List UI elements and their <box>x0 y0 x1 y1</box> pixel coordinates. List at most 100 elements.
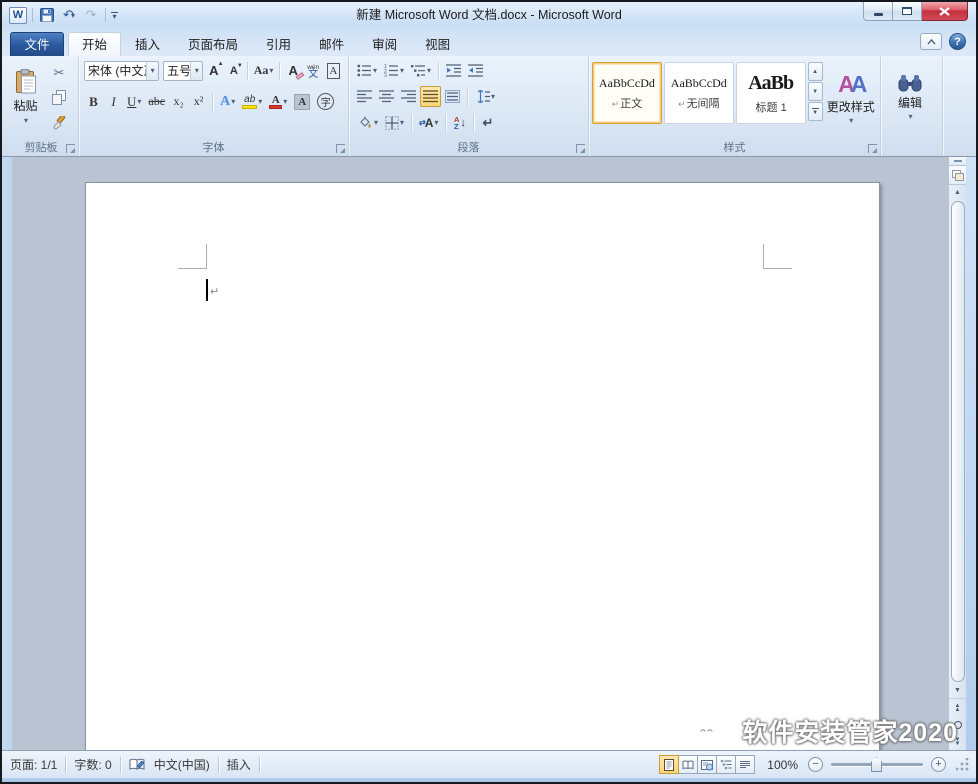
document-area[interactable]: ↵ <box>12 157 948 750</box>
numbering-button[interactable]: 123 ▾ <box>381 60 407 81</box>
justify-button[interactable] <box>420 86 441 107</box>
styles-scroll-down-button[interactable]: ▼ <box>808 82 823 101</box>
collapse-ribbon-button[interactable] <box>920 33 942 50</box>
multilevel-list-button[interactable]: ▾ <box>408 60 434 81</box>
next-page-button[interactable]: ▼▼ <box>949 733 966 750</box>
shading-button[interactable]: ▾ <box>354 112 381 133</box>
change-case-button[interactable]: Aa▾ <box>252 60 274 81</box>
draft-view-button[interactable] <box>735 755 755 774</box>
phonetic-guide-button[interactable]: wén 文 <box>304 60 323 81</box>
chevron-down-icon[interactable]: ▾ <box>400 66 404 75</box>
decrease-indent-button[interactable] <box>443 60 464 81</box>
customize-qat-button[interactable]: ▾ <box>111 12 118 19</box>
styles-gallery-more-button[interactable]: ▼ <box>808 102 823 121</box>
format-painter-button[interactable] <box>47 111 71 134</box>
align-center-button[interactable] <box>376 86 397 107</box>
clear-formatting-button[interactable]: A <box>284 60 303 81</box>
web-layout-view-button[interactable] <box>697 755 717 774</box>
cut-button[interactable]: ✂ <box>47 61 71 84</box>
zoom-slider-track[interactable] <box>831 763 923 766</box>
chevron-down-icon[interactable]: ▾ <box>231 97 235 106</box>
increase-indent-button[interactable] <box>465 60 486 81</box>
print-layout-view-button[interactable] <box>659 755 679 774</box>
chevron-down-icon[interactable]: ▾ <box>258 97 262 106</box>
tab-references[interactable]: 引用 <box>252 32 305 56</box>
undo-dropdown-icon[interactable]: ▾ <box>71 11 75 20</box>
tab-page-layout[interactable]: 页面布局 <box>174 32 252 56</box>
select-browse-object-button[interactable] <box>949 716 966 733</box>
view-ruler-button[interactable] <box>949 166 966 185</box>
chevron-down-icon[interactable]: ▾ <box>146 62 158 80</box>
zoom-slider-thumb[interactable] <box>871 757 882 772</box>
chevron-down-icon[interactable]: ▾ <box>283 97 287 106</box>
status-word-count[interactable]: 字数: 0 <box>74 756 111 773</box>
minimize-button[interactable] <box>863 2 893 21</box>
maximize-button[interactable] <box>893 2 922 21</box>
subscript-button[interactable]: x₂ <box>169 91 188 112</box>
font-dialog-launcher[interactable] <box>336 144 345 153</box>
previous-page-button[interactable]: ▲▲ <box>949 699 966 716</box>
paste-button[interactable]: 粘贴 ▾ <box>7 59 44 135</box>
align-left-button[interactable] <box>354 86 375 107</box>
underline-button[interactable]: U▾ <box>124 91 144 112</box>
vertical-scrollbar[interactable]: ▲ ▼ ▲▲ ▼▼ <box>948 157 966 750</box>
document-page[interactable]: ↵ <box>85 182 880 750</box>
clipboard-dialog-launcher[interactable] <box>66 144 75 153</box>
tab-file[interactable]: 文件 <box>10 32 64 56</box>
chevron-down-icon[interactable]: ▾ <box>137 97 141 106</box>
editing-button[interactable]: 编辑 ▾ <box>884 59 936 135</box>
close-button[interactable] <box>922 2 968 21</box>
fullscreen-reading-view-button[interactable] <box>678 755 698 774</box>
chevron-down-icon[interactable]: ▾ <box>400 118 404 127</box>
bullets-button[interactable]: ▾ <box>354 60 380 81</box>
status-page-number[interactable]: 页面: 1/1 <box>10 756 57 773</box>
copy-button[interactable] <box>47 86 71 109</box>
asian-layout-button[interactable]: ⇄A ▾ <box>416 112 441 133</box>
save-button[interactable] <box>38 6 56 24</box>
paragraph-dialog-launcher[interactable] <box>576 144 585 153</box>
grow-font-button[interactable]: A▲ <box>204 60 223 81</box>
zoom-out-button[interactable]: − <box>808 757 823 772</box>
chevron-down-icon[interactable]: ▾ <box>373 66 377 75</box>
zoom-in-button[interactable]: + <box>931 757 946 772</box>
distributed-button[interactable] <box>442 86 463 107</box>
chevron-down-icon[interactable]: ▾ <box>190 62 202 80</box>
chevron-down-icon[interactable]: ▾ <box>434 118 438 127</box>
character-shading-button[interactable]: A <box>291 91 313 112</box>
tab-insert[interactable]: 插入 <box>121 32 174 56</box>
tab-view[interactable]: 视图 <box>411 32 464 56</box>
text-effects-button[interactable]: A▾ <box>217 91 238 112</box>
font-color-button[interactable]: A ▾ <box>266 91 290 112</box>
italic-button[interactable]: I <box>104 91 123 112</box>
bold-button[interactable]: B <box>84 91 103 112</box>
chevron-down-icon[interactable]: ▾ <box>491 92 495 101</box>
style-heading1[interactable]: AaBb 标题 1 <box>736 62 806 124</box>
highlight-color-button[interactable]: ab ▾ <box>239 91 265 112</box>
paste-dropdown-icon[interactable]: ▾ <box>24 116 28 125</box>
undo-button[interactable]: ↶▾ <box>60 6 78 24</box>
change-styles-button[interactable]: AA 更改样式 ▾ <box>825 60 877 136</box>
superscript-button[interactable]: x² <box>189 91 208 112</box>
tab-review[interactable]: 审阅 <box>358 32 411 56</box>
word-app-icon[interactable]: W <box>9 7 27 24</box>
align-right-button[interactable] <box>398 86 419 107</box>
line-spacing-button[interactable]: ▾ <box>472 86 498 107</box>
status-insert-mode[interactable]: 插入 <box>227 756 251 773</box>
sort-button[interactable]: AZ ↓ <box>450 112 469 133</box>
help-button[interactable]: ? <box>949 33 966 50</box>
show-marks-button[interactable]: ↵ <box>478 112 497 133</box>
scroll-down-button[interactable]: ▼ <box>949 683 966 698</box>
borders-button[interactable]: ▾ <box>382 112 407 133</box>
status-language[interactable]: 中文(中国) <box>154 756 210 773</box>
chevron-down-icon[interactable]: ▾ <box>427 66 431 75</box>
outline-view-button[interactable] <box>716 755 736 774</box>
font-size-combo[interactable]: 五号 ▾ <box>163 61 203 81</box>
status-proofing-button[interactable] <box>129 758 146 771</box>
chevron-down-icon[interactable]: ▾ <box>374 118 378 127</box>
scrollbar-thumb[interactable] <box>951 201 965 682</box>
tab-mailings[interactable]: 邮件 <box>305 32 358 56</box>
titlebar[interactable]: W ↶▾ ↷ ▾ 新建 Microsoft Word 文档.docx - Mic… <box>2 2 976 28</box>
scroll-up-button[interactable]: ▲ <box>949 185 966 200</box>
font-family-combo[interactable]: 宋体 (中文正文) ▾ <box>84 61 159 81</box>
enclose-characters-button[interactable]: 字 <box>314 91 337 112</box>
